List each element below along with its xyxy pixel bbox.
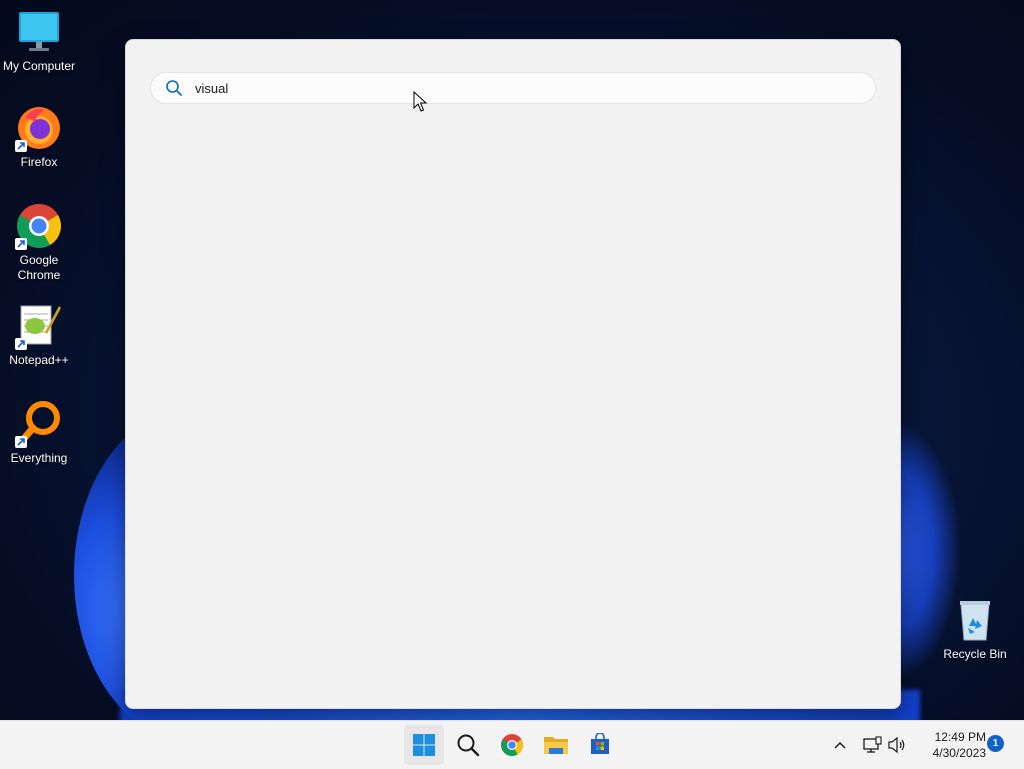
chevron-up-icon: [834, 741, 846, 749]
desktop-icon-my-computer[interactable]: My Computer: [1, 8, 77, 74]
search-icon: [457, 734, 480, 757]
desktop-icon-label: Google Chrome: [17, 253, 61, 282]
search-panel: [125, 39, 901, 709]
network-status[interactable]: [862, 721, 882, 769]
clock-date: 4/30/2023: [932, 746, 986, 760]
chrome-icon: [15, 202, 63, 250]
start-icon: [413, 734, 435, 756]
search-input[interactable]: [195, 80, 835, 96]
monitor-icon: [15, 8, 63, 56]
taskbar-clock[interactable]: 12:49 PM 4/30/2023: [916, 729, 986, 761]
start-button[interactable]: [404, 725, 444, 765]
desktop-icon-label: Notepad++: [9, 353, 69, 367]
chrome-icon: [501, 734, 523, 756]
shortcut-arrow-icon: [15, 238, 27, 250]
taskbar-file-explorer-button[interactable]: [536, 725, 576, 765]
desktop-icon-label: Firefox: [20, 155, 58, 169]
notification-badge[interactable]: 1: [987, 735, 1004, 752]
desktop-icon-label: Everything: [10, 451, 68, 465]
desktop-icon-google-chrome[interactable]: Google Chrome: [1, 202, 77, 283]
desktop-icon-label: My Computer: [2, 59, 76, 73]
network-icon: [863, 736, 882, 753]
desktop-icon-everything[interactable]: Everything: [1, 400, 77, 466]
desktop-icon-recycle-bin[interactable]: Recycle Bin: [937, 596, 1013, 662]
recycle-bin-icon: [951, 596, 999, 644]
desktop-icon-firefox[interactable]: Firefox: [1, 104, 77, 170]
store-icon: [591, 733, 609, 754]
taskbar-store-button[interactable]: [580, 725, 620, 765]
mouse-cursor-icon: [413, 91, 427, 112]
taskbar: 12:49 PM 4/30/2023: [0, 720, 1024, 769]
shortcut-arrow-icon: [15, 140, 27, 152]
taskbar-search-button[interactable]: [448, 725, 488, 765]
tray-overflow-button[interactable]: [830, 721, 850, 769]
volume-control[interactable]: [887, 721, 907, 769]
clock-time: 12:49 PM: [934, 730, 986, 744]
file-explorer-icon: [544, 737, 568, 754]
desktop-icon-notepad-plus-plus[interactable]: Notepad++: [1, 302, 77, 368]
search-icon: [165, 79, 183, 97]
search-box[interactable]: [150, 72, 876, 104]
everything-search-icon: [15, 400, 63, 448]
volume-icon: [888, 736, 905, 754]
desktop-icon-label: Recycle Bin: [943, 647, 1007, 661]
shortcut-arrow-icon: [15, 436, 27, 448]
notepad-plus-plus-icon: [15, 302, 63, 350]
taskbar-chrome-button[interactable]: [492, 725, 532, 765]
firefox-icon: [15, 104, 63, 152]
shortcut-arrow-icon: [15, 338, 27, 350]
